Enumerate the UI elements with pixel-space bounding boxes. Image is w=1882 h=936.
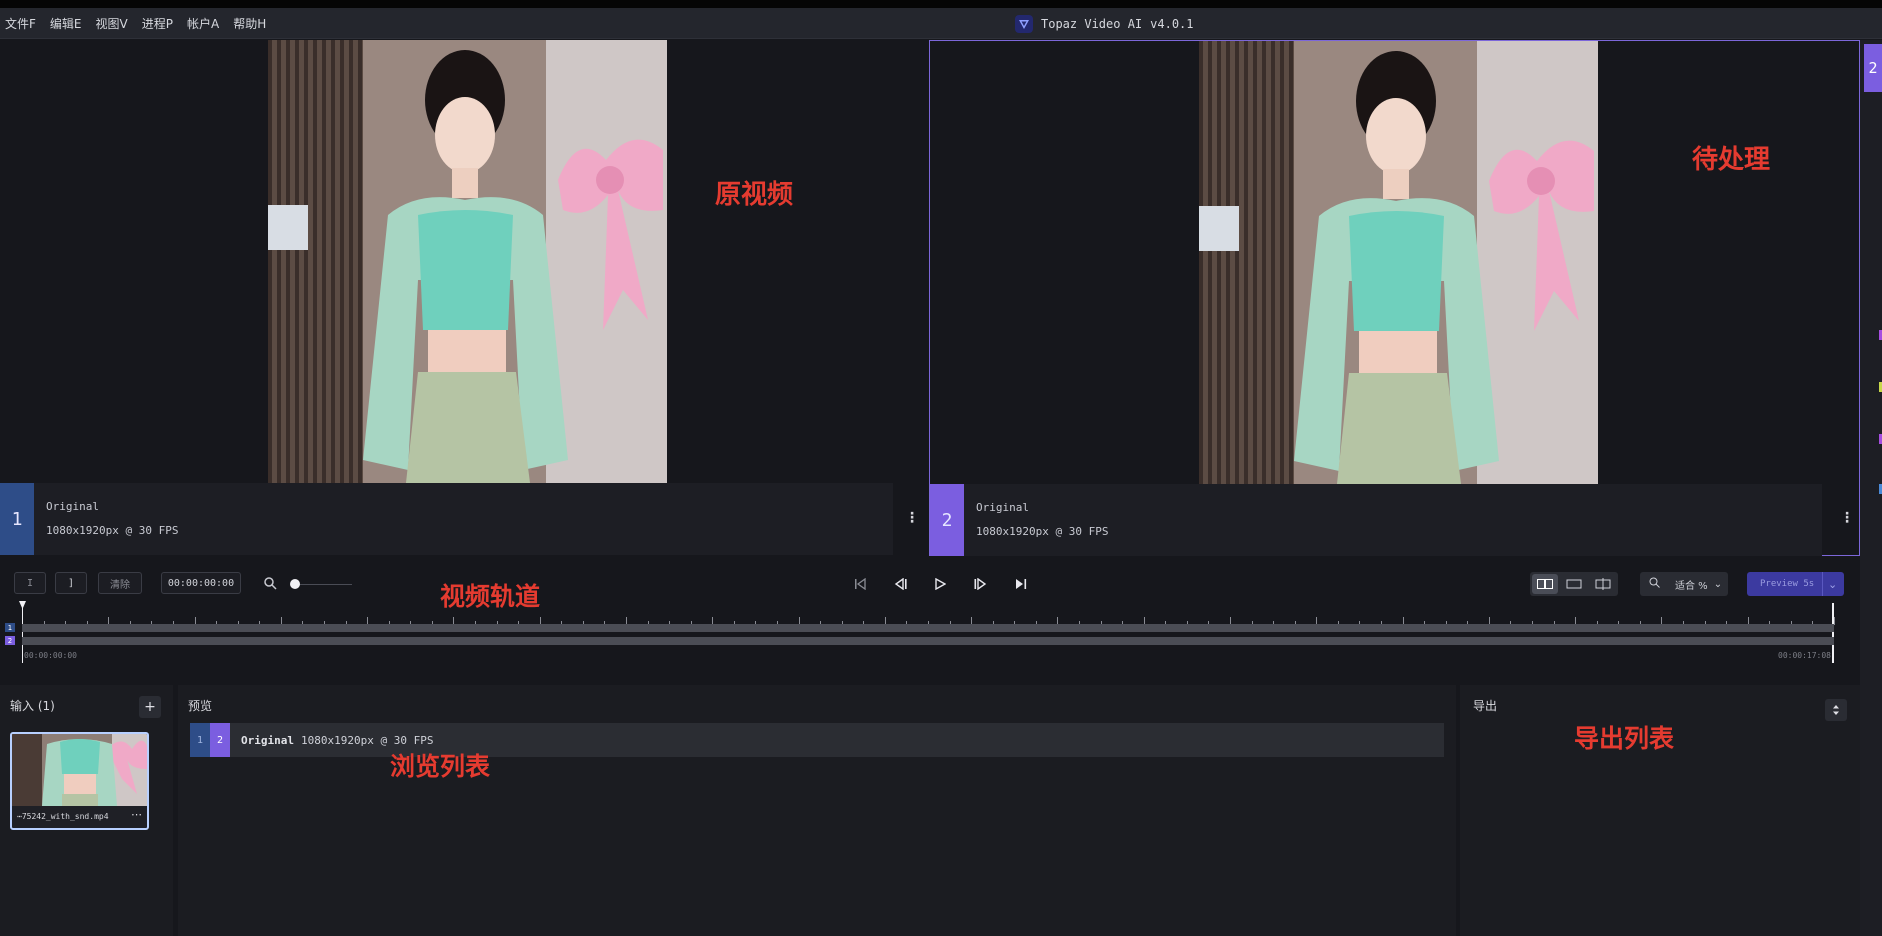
right-side-panel: 2 — [1860, 40, 1882, 936]
preview-options-chevron-icon[interactable]: ⌄ — [1822, 572, 1837, 596]
annotation-export-list: 导出列表 — [1574, 724, 1675, 753]
export-panel: 导出 导出列表 — [1460, 685, 1860, 936]
input-file-thumbnail[interactable]: ⋯75242_with_snd.mp4 ⋯ — [10, 732, 149, 830]
next-frame-icon[interactable] — [970, 574, 990, 594]
menu-help[interactable]: 帮助H — [233, 15, 266, 32]
video-frame-processed — [1199, 41, 1598, 484]
window-top-strip — [0, 0, 1882, 8]
add-input-button[interactable]: + — [139, 696, 161, 718]
split-view-icon[interactable] — [1590, 574, 1616, 594]
clear-button[interactable]: 清除 — [98, 572, 142, 594]
track1-label: 1 — [5, 623, 15, 632]
viewer1-spec: 1080x1920px @ 30 FPS — [46, 524, 179, 537]
annotation-original-video: 原视频 — [715, 180, 794, 210]
menu-bar: 文件F 编辑E 视图V 进程P 帐户A 帮助H Topaz Video AI v… — [0, 8, 1882, 39]
zoom-fit-dropdown[interactable]: 适合 % ⌄ — [1640, 572, 1728, 596]
go-to-start-icon[interactable] — [850, 574, 870, 594]
app-version: v4.0.1 — [1150, 16, 1194, 31]
viewer1-title: Original — [46, 500, 99, 513]
timeline-end-marker[interactable] — [1832, 603, 1834, 663]
original-viewer[interactable]: 原视频 1 Original 1080x1920px @ 30 FPS ⋮ — [0, 40, 928, 556]
viewer1-more-icon[interactable]: ⋮ — [905, 510, 919, 526]
zoom-fit-label: 适合 % — [1675, 580, 1708, 592]
viewer1-number-badge: 1 — [0, 483, 34, 555]
track2-bar[interactable] — [22, 637, 1834, 645]
go-to-end-icon[interactable] — [1011, 574, 1031, 594]
zoom-search-icon[interactable] — [263, 575, 277, 594]
menu-file[interactable]: 文件F — [5, 15, 36, 32]
video-frame-original — [268, 40, 667, 483]
menu-list: 文件F 编辑E 视图V 进程P 帐户A 帮助H — [5, 8, 266, 39]
timeline[interactable]: 1 2 00:00:00:00 00:00:17:08 — [0, 601, 1860, 680]
preview-row-title: Original — [241, 734, 294, 747]
timeline-start-time: 00:00:00:00 — [24, 651, 77, 660]
zoom-slider-track[interactable] — [292, 584, 352, 585]
thumbnail-image — [12, 734, 147, 806]
preview-row-number-1: 1 — [190, 723, 210, 757]
viewer1-info-bar: 1 Original 1080x1920px @ 30 FPS — [0, 483, 893, 555]
zoom-slider-handle[interactable] — [290, 579, 300, 589]
play-icon[interactable] — [930, 574, 950, 594]
timecode-field[interactable]: 00:00:00:00 — [161, 572, 241, 594]
single-view-icon[interactable] — [1561, 574, 1587, 594]
viewer2-title: Original — [976, 501, 1029, 514]
input-file-more-icon[interactable]: ⋯ — [131, 808, 142, 821]
view-mode-group — [1530, 572, 1618, 596]
menu-view[interactable]: 视图V — [96, 15, 128, 32]
preview-row-spec: 1080x1920px @ 30 FPS — [301, 734, 434, 747]
playhead[interactable] — [22, 603, 23, 663]
preview-row-number-2: 2 — [210, 723, 230, 757]
menu-edit[interactable]: 编辑E — [50, 15, 82, 32]
menu-process[interactable]: 进程P — [142, 15, 173, 32]
out-point-field[interactable]: ] — [55, 572, 87, 594]
side-by-side-view-icon[interactable] — [1532, 574, 1558, 594]
processed-viewer[interactable]: 待处理 2 Original 1080x1920px @ 30 FPS ⋮ — [929, 40, 1860, 556]
track2-label: 2 — [5, 636, 15, 645]
right-panel-tab[interactable]: 2 — [1864, 44, 1882, 92]
preview-button[interactable]: Preview 5s ⌄ — [1747, 572, 1844, 596]
annotation-preview-list: 浏览列表 — [390, 752, 491, 781]
timeline-end-time: 00:00:17:08 — [1778, 651, 1831, 660]
export-panel-title: 导出 — [1473, 699, 1498, 713]
input-panel-title: 输入 (1) — [10, 699, 55, 713]
preview-label: Preview 5s — [1760, 579, 1815, 589]
transport-bar: I ] 清除 00:00:00:00 视频轨道 适合 % ⌄ Preview 5… — [0, 563, 1860, 611]
app-title: Topaz Video AI v4.0.1 — [1015, 8, 1194, 39]
ruler-tick — [1834, 617, 1835, 625]
bottom-panels: 输入 (1) + ⋯75242_with_snd.mp4 ⋯ 预览 1 2 Or… — [0, 685, 1860, 936]
viewer2-more-icon[interactable]: ⋮ — [1840, 510, 1854, 526]
chevron-down-icon: ⌄ — [1713, 578, 1723, 590]
viewer2-spec: 1080x1920px @ 30 FPS — [976, 525, 1109, 538]
zoom-in-icon — [1649, 577, 1660, 591]
input-file-name: ⋯75242_with_snd.mp4 — [17, 812, 109, 821]
app-name: Topaz Video AI — [1041, 16, 1143, 31]
menu-account[interactable]: 帐户A — [187, 15, 219, 32]
input-panel: 输入 (1) + ⋯75242_with_snd.mp4 ⋯ — [0, 685, 173, 936]
playhead-handle-icon[interactable] — [19, 601, 26, 609]
export-sort-icon[interactable] — [1825, 699, 1847, 721]
annotation-pending: 待处理 — [1692, 145, 1771, 175]
track1-bar[interactable] — [22, 624, 1834, 632]
previous-frame-icon[interactable] — [891, 574, 911, 594]
topaz-logo-icon — [1015, 14, 1033, 33]
in-point-field[interactable]: I — [14, 572, 46, 594]
preview-panel: 预览 1 2 Original 1080x1920px @ 30 FPS 浏览列… — [178, 685, 1456, 936]
viewer2-info-bar: 2 Original 1080x1920px @ 30 FPS — [930, 484, 1822, 556]
preview-list-row[interactable]: 1 2 Original 1080x1920px @ 30 FPS — [190, 723, 1444, 757]
preview-panel-title: 预览 — [188, 699, 213, 713]
viewer2-number-badge: 2 — [930, 484, 964, 556]
